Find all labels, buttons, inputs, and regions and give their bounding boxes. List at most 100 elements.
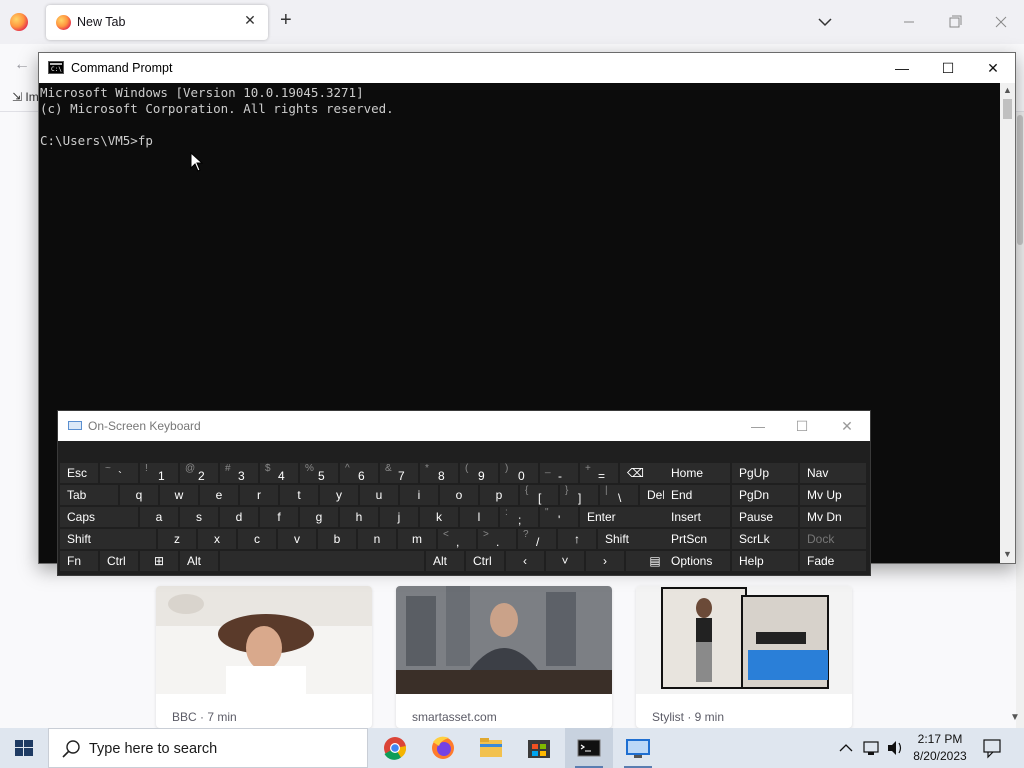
key-[interactable]: <, <box>438 529 476 549</box>
key-tab[interactable]: Tab <box>60 485 118 505</box>
news-card[interactable]: smartasset.com <box>396 586 612 728</box>
key-pause[interactable]: Pause <box>732 507 798 527</box>
key-[interactable]: " ' <box>540 507 578 527</box>
osk-close-button[interactable]: ✕ <box>825 411 869 441</box>
key-[interactable]: }] <box>560 485 598 505</box>
key-w[interactable]: w <box>160 485 198 505</box>
on-screen-keyboard-window[interactable]: On-Screen Keyboard — ☐ ✕ Esc ~ `! 1 @2 #3 $4% 5… <box>57 410 871 576</box>
osk-titlebar[interactable]: On-Screen Keyboard — ☐ ✕ <box>58 411 870 441</box>
key-y[interactable]: y <box>320 485 358 505</box>
key-[interactable]: ~ ` <box>100 463 138 483</box>
back-button[interactable]: ← <box>14 56 30 74</box>
key-9[interactable]: (9 <box>460 463 498 483</box>
key-6[interactable]: ^ 6 <box>340 463 378 483</box>
key-[interactable]: ? / <box>518 529 556 549</box>
key-n[interactable]: n <box>358 529 396 549</box>
tab-close-button[interactable]: ✕ <box>240 12 260 29</box>
key-pgdn[interactable]: PgDn <box>732 485 798 505</box>
cmd-scrollbar[interactable]: ▲ ▼ <box>1000 83 1015 563</box>
key-a[interactable]: a <box>140 507 178 527</box>
key-prtscn[interactable]: PrtScn <box>664 529 730 549</box>
key-2[interactable]: @2 <box>180 463 218 483</box>
arrow-left-key[interactable]: ‹ <box>506 551 544 571</box>
key-[interactable]: + = <box>580 463 618 483</box>
notifications-icon[interactable] <box>980 728 1004 768</box>
cmd-scroll-down-arrow[interactable]: ▼ <box>1000 549 1015 559</box>
key-s[interactable]: s <box>180 507 218 527</box>
page-scrollbar-thumb[interactable] <box>1017 115 1023 245</box>
key-alt[interactable]: Alt <box>180 551 218 571</box>
key-mv-up[interactable]: Mv Up <box>800 485 866 505</box>
key-q[interactable]: q <box>120 485 158 505</box>
key-nav[interactable]: Nav <box>800 463 866 483</box>
show-hidden-icons-chevron-icon[interactable] <box>836 728 856 768</box>
tab-new-tab[interactable]: New Tab ✕ <box>46 5 268 40</box>
cmd-minimize-button[interactable]: — <box>879 53 925 83</box>
key-4[interactable]: $4 <box>260 463 298 483</box>
key-m[interactable]: m <box>398 529 436 549</box>
key-shift[interactable]: Shift <box>60 529 156 549</box>
key-c[interactable]: c <box>238 529 276 549</box>
key-i[interactable]: i <box>400 485 438 505</box>
arrow-down-key[interactable]: ˅ <box>546 551 584 571</box>
key-p[interactable]: p <box>480 485 518 505</box>
key-h[interactable]: h <box>340 507 378 527</box>
taskbar-cmd-button[interactable] <box>565 728 613 768</box>
key-[interactable]: {[ <box>520 485 558 505</box>
list-all-tabs-icon[interactable] <box>816 13 834 31</box>
taskbar-rdp-button[interactable] <box>614 728 662 768</box>
volume-icon[interactable] <box>884 728 906 768</box>
key-fade[interactable]: Fade <box>800 551 866 571</box>
key-5[interactable]: % 5 <box>300 463 338 483</box>
key-o[interactable]: o <box>440 485 478 505</box>
key-8[interactable]: * 8 <box>420 463 458 483</box>
key-7[interactable]: & 7 <box>380 463 418 483</box>
key-z[interactable]: z <box>158 529 196 549</box>
taskbar-search-box[interactable]: Type here to search <box>48 728 368 768</box>
key-[interactable]: :; <box>500 507 538 527</box>
key-esc[interactable]: Esc <box>60 463 98 483</box>
key-u[interactable]: u <box>360 485 398 505</box>
key-help[interactable]: Help <box>732 551 798 571</box>
chrome-icon[interactable] <box>371 728 419 768</box>
key-[interactable]: _ - <box>540 463 578 483</box>
key-options[interactable]: Options <box>664 551 730 571</box>
key-pgup[interactable]: PgUp <box>732 463 798 483</box>
arrow-up-key[interactable]: ↑ <box>558 529 596 549</box>
taskbar-clock[interactable]: 2:17 PM 8/20/2023 <box>908 731 972 765</box>
key-d[interactable]: d <box>220 507 258 527</box>
key-fn[interactable]: Fn <box>60 551 98 571</box>
key-mv-dn[interactable]: Mv Dn <box>800 507 866 527</box>
news-card[interactable]: BBC · 7 min <box>156 586 372 728</box>
import-bookmarks-link[interactable]: ⇲ Im <box>12 90 39 104</box>
store-icon[interactable] <box>515 728 563 768</box>
browser-minimize-icon[interactable] <box>898 12 920 32</box>
browser-restore-icon[interactable] <box>944 12 966 32</box>
cmd-maximize-button[interactable]: ☐ <box>925 53 971 83</box>
key-caps[interactable]: Caps <box>60 507 138 527</box>
key-scrlk[interactable]: ScrLk <box>732 529 798 549</box>
key-home[interactable]: Home <box>664 463 730 483</box>
key-x[interactable]: x <box>198 529 236 549</box>
key-ctrl[interactable]: Ctrl <box>466 551 504 571</box>
osk-minimize-button[interactable]: — <box>736 411 780 441</box>
windows-start-icon[interactable] <box>0 728 48 768</box>
browser-close-icon[interactable] <box>990 12 1012 32</box>
key-b[interactable]: b <box>318 529 356 549</box>
key-t[interactable]: t <box>280 485 318 505</box>
key-k[interactable]: k <box>420 507 458 527</box>
key-ctrl[interactable]: Ctrl <box>100 551 138 571</box>
firefox-view-icon[interactable] <box>10 13 28 31</box>
osk-maximize-button[interactable]: ☐ <box>780 411 824 441</box>
key-l[interactable]: l <box>460 507 498 527</box>
key-insert[interactable]: Insert <box>664 507 730 527</box>
key-0[interactable]: ) 0 <box>500 463 538 483</box>
new-tab-button[interactable]: + <box>280 10 292 30</box>
key-1[interactable]: ! 1 <box>140 463 178 483</box>
windows-key[interactable]: ⊞ <box>140 551 178 571</box>
key-g[interactable]: g <box>300 507 338 527</box>
news-card[interactable]: Stylist · 9 min <box>636 586 852 728</box>
firefox-icon[interactable] <box>419 728 467 768</box>
arrow-right-key[interactable]: › <box>586 551 624 571</box>
cmd-scroll-up-arrow[interactable]: ▲ <box>1000 85 1015 95</box>
